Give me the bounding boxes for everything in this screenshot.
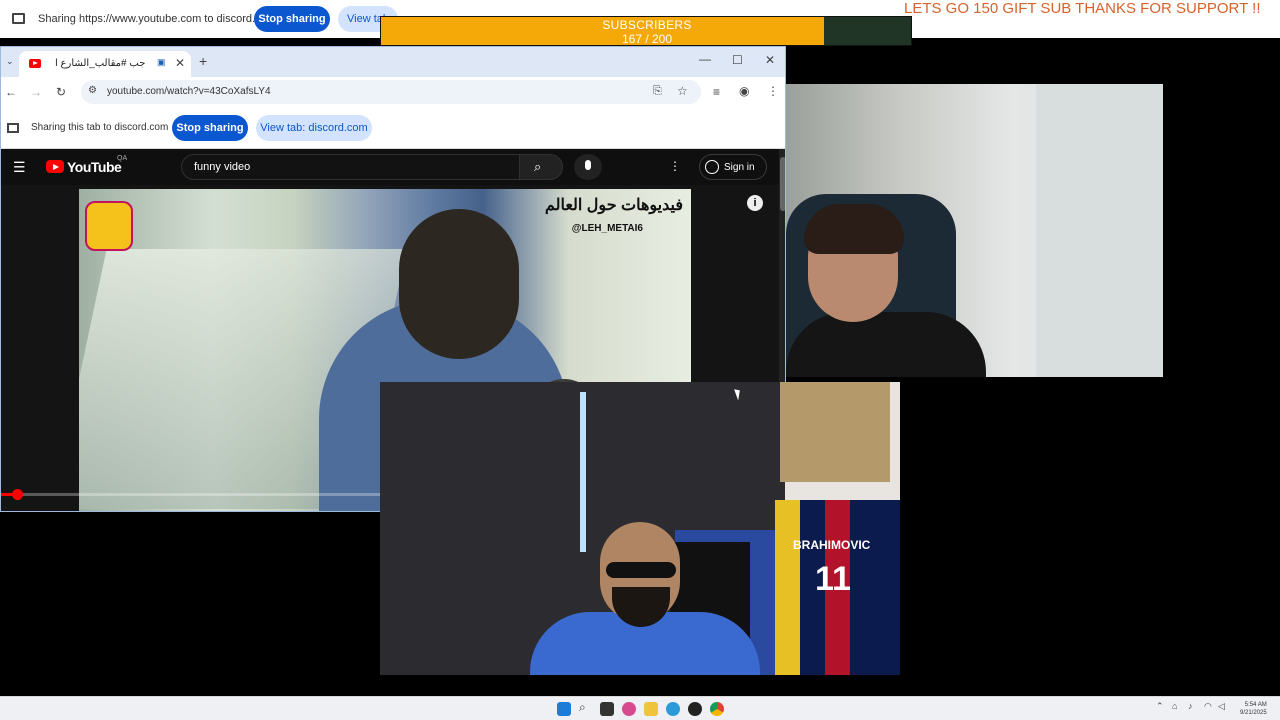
channel-badge-icon [85,201,133,251]
screen-share-icon [7,123,19,133]
video-caption: فيديوهات حول العالم [544,197,683,214]
video-handle: @LEH_METAI6 [571,223,643,234]
progress-scrubber[interactable] [11,489,23,500]
jersey-name: BRAHIMOVIC [793,538,871,552]
jersey-number: 11 [815,560,851,598]
cam2-jersey-top-shape [780,382,890,482]
sign-in-button[interactable]: Sign in [699,154,767,180]
search-value[interactable]: funny video [194,161,250,173]
goal-title: SUBSCRIBERS [602,18,692,32]
tray-overflow-icon[interactable]: ⌃ [1156,702,1164,711]
info-icon[interactable]: i [747,195,763,211]
address-bar-row: ← → ↻ ⚙ youtube.com/watch?v=43CoXafsLY4 … [1,77,785,107]
browser-tab[interactable]: جاسم رجب #مقالب_الشارع ا... ▣ ✕ [19,51,191,77]
youtube-logo-icon[interactable] [46,160,64,173]
window-close-icon[interactable]: ✕ [765,54,775,66]
webcam-feed-1 [786,84,1163,377]
cam2-jersey-striped-shape: BRAHIMOVIC 11 [775,500,900,675]
reload-icon[interactable]: ↻ [56,86,66,98]
microphone-icon [585,160,591,170]
bookmark-star-icon[interactable]: ☆ [677,85,688,97]
youtube-search-input[interactable]: funny video [181,154,521,180]
screen-share-icon [12,13,25,24]
tab-close-icon[interactable]: ✕ [175,57,185,69]
tray-wifi-icon[interactable]: ◠ [1204,702,1212,711]
tray-time: 5:54 AM [1244,702,1267,708]
youtube-logo-text[interactable]: YouTube [67,159,122,175]
youtube-favicon-icon [29,59,41,68]
tab-title: جاسم رجب #مقالب_الشارع ا... [55,58,145,69]
sign-in-label: Sign in [724,162,755,173]
webcam-feed-2: BRAHIMOVIC 11 [380,382,900,675]
cam2-led-light [580,392,586,552]
forward-icon[interactable]: → [30,86,42,98]
tray-volume-icon[interactable]: ◁ [1218,702,1225,711]
taskbar: ⌕ ⌃ ⌂ ♪ ◠ ◁ 5:54 AM 9/21/2025 [0,696,1280,720]
inner-share-text: Sharing this tab to discord.com [31,122,169,133]
youtube-header: ☰ YouTube QA funny video ⌕ ⋮ Sign in [1,149,779,185]
copilot-icon[interactable] [622,702,636,716]
goal-count: 167 / 200 [621,32,673,46]
tab-strip: ⌄ جاسم رجب #مقالب_الشارع ا... ▣ ✕ + — ☐ … [1,47,785,77]
inner-view-tab-button[interactable]: View tab: discord.com [256,115,372,141]
voice-search-button[interactable] [574,154,602,180]
maximize-icon[interactable]: ☐ [732,54,743,66]
task-view-icon[interactable] [600,702,614,716]
cam1-body-shape [786,312,986,377]
new-tab-icon[interactable]: + [199,54,207,68]
search-icon: ⌕ [534,159,542,174]
obs-icon[interactable] [688,702,702,716]
region-code: QA [117,155,128,162]
profile-icon[interactable]: ◉ [739,85,749,97]
inner-stop-sharing-button[interactable]: Stop sharing [172,115,248,141]
start-button-icon[interactable] [557,702,571,716]
stream-ticker: LETS GO 150 GIFT SUB THANKS FOR SUPPORT … [904,0,1261,17]
outer-stop-sharing-button[interactable]: Stop sharing [254,6,330,32]
cam2-sunglasses-shape [606,562,676,578]
video-head-shape [399,209,519,359]
tray-date: 9/21/2025 [1240,710,1267,716]
settings-menu-icon[interactable]: ⋮ [669,160,681,172]
tray-network-icon[interactable]: ⌂ [1172,702,1177,711]
cam1-hair-shape [804,204,904,254]
taskbar-search-icon[interactable]: ⌕ [579,701,586,713]
browser-menu-icon[interactable]: ⋮ [767,85,779,97]
url-text[interactable]: youtube.com/watch?v=43CoXafsLY4 [107,86,271,97]
media-controls-icon[interactable]: ≡ [713,86,720,98]
site-info-icon[interactable]: ⚙ [88,86,97,96]
minimize-icon[interactable]: — [699,53,711,65]
omnibox[interactable]: ⚙ youtube.com/watch?v=43CoXafsLY4 ⎘ ☆ [81,80,701,104]
edge-browser-icon[interactable] [666,702,680,716]
hamburger-menu-icon[interactable]: ☰ [13,160,26,174]
cam1-door-shape [1036,84,1163,377]
subscriber-goal-bar: SUBSCRIBERS 167 / 200 [380,16,912,46]
youtube-search-button[interactable]: ⌕ [519,154,563,180]
file-explorer-icon[interactable] [644,702,658,716]
tray-mic-icon[interactable]: ♪ [1188,702,1193,711]
account-icon [705,160,719,174]
tab-sharing-icon: ▣ [157,57,166,67]
outer-share-text: Sharing https://www.youtube.com to disco… [38,13,276,25]
install-app-icon[interactable]: ⎘ [653,86,662,97]
inner-share-bar: Sharing this tab to discord.com Stop sha… [1,107,785,149]
chrome-icon[interactable] [710,702,724,716]
tab-search-icon[interactable]: ⌄ [6,57,14,66]
back-icon[interactable]: ← [5,86,17,98]
tray-clock[interactable]: 5:54 AM 9/21/2025 [1240,701,1267,717]
